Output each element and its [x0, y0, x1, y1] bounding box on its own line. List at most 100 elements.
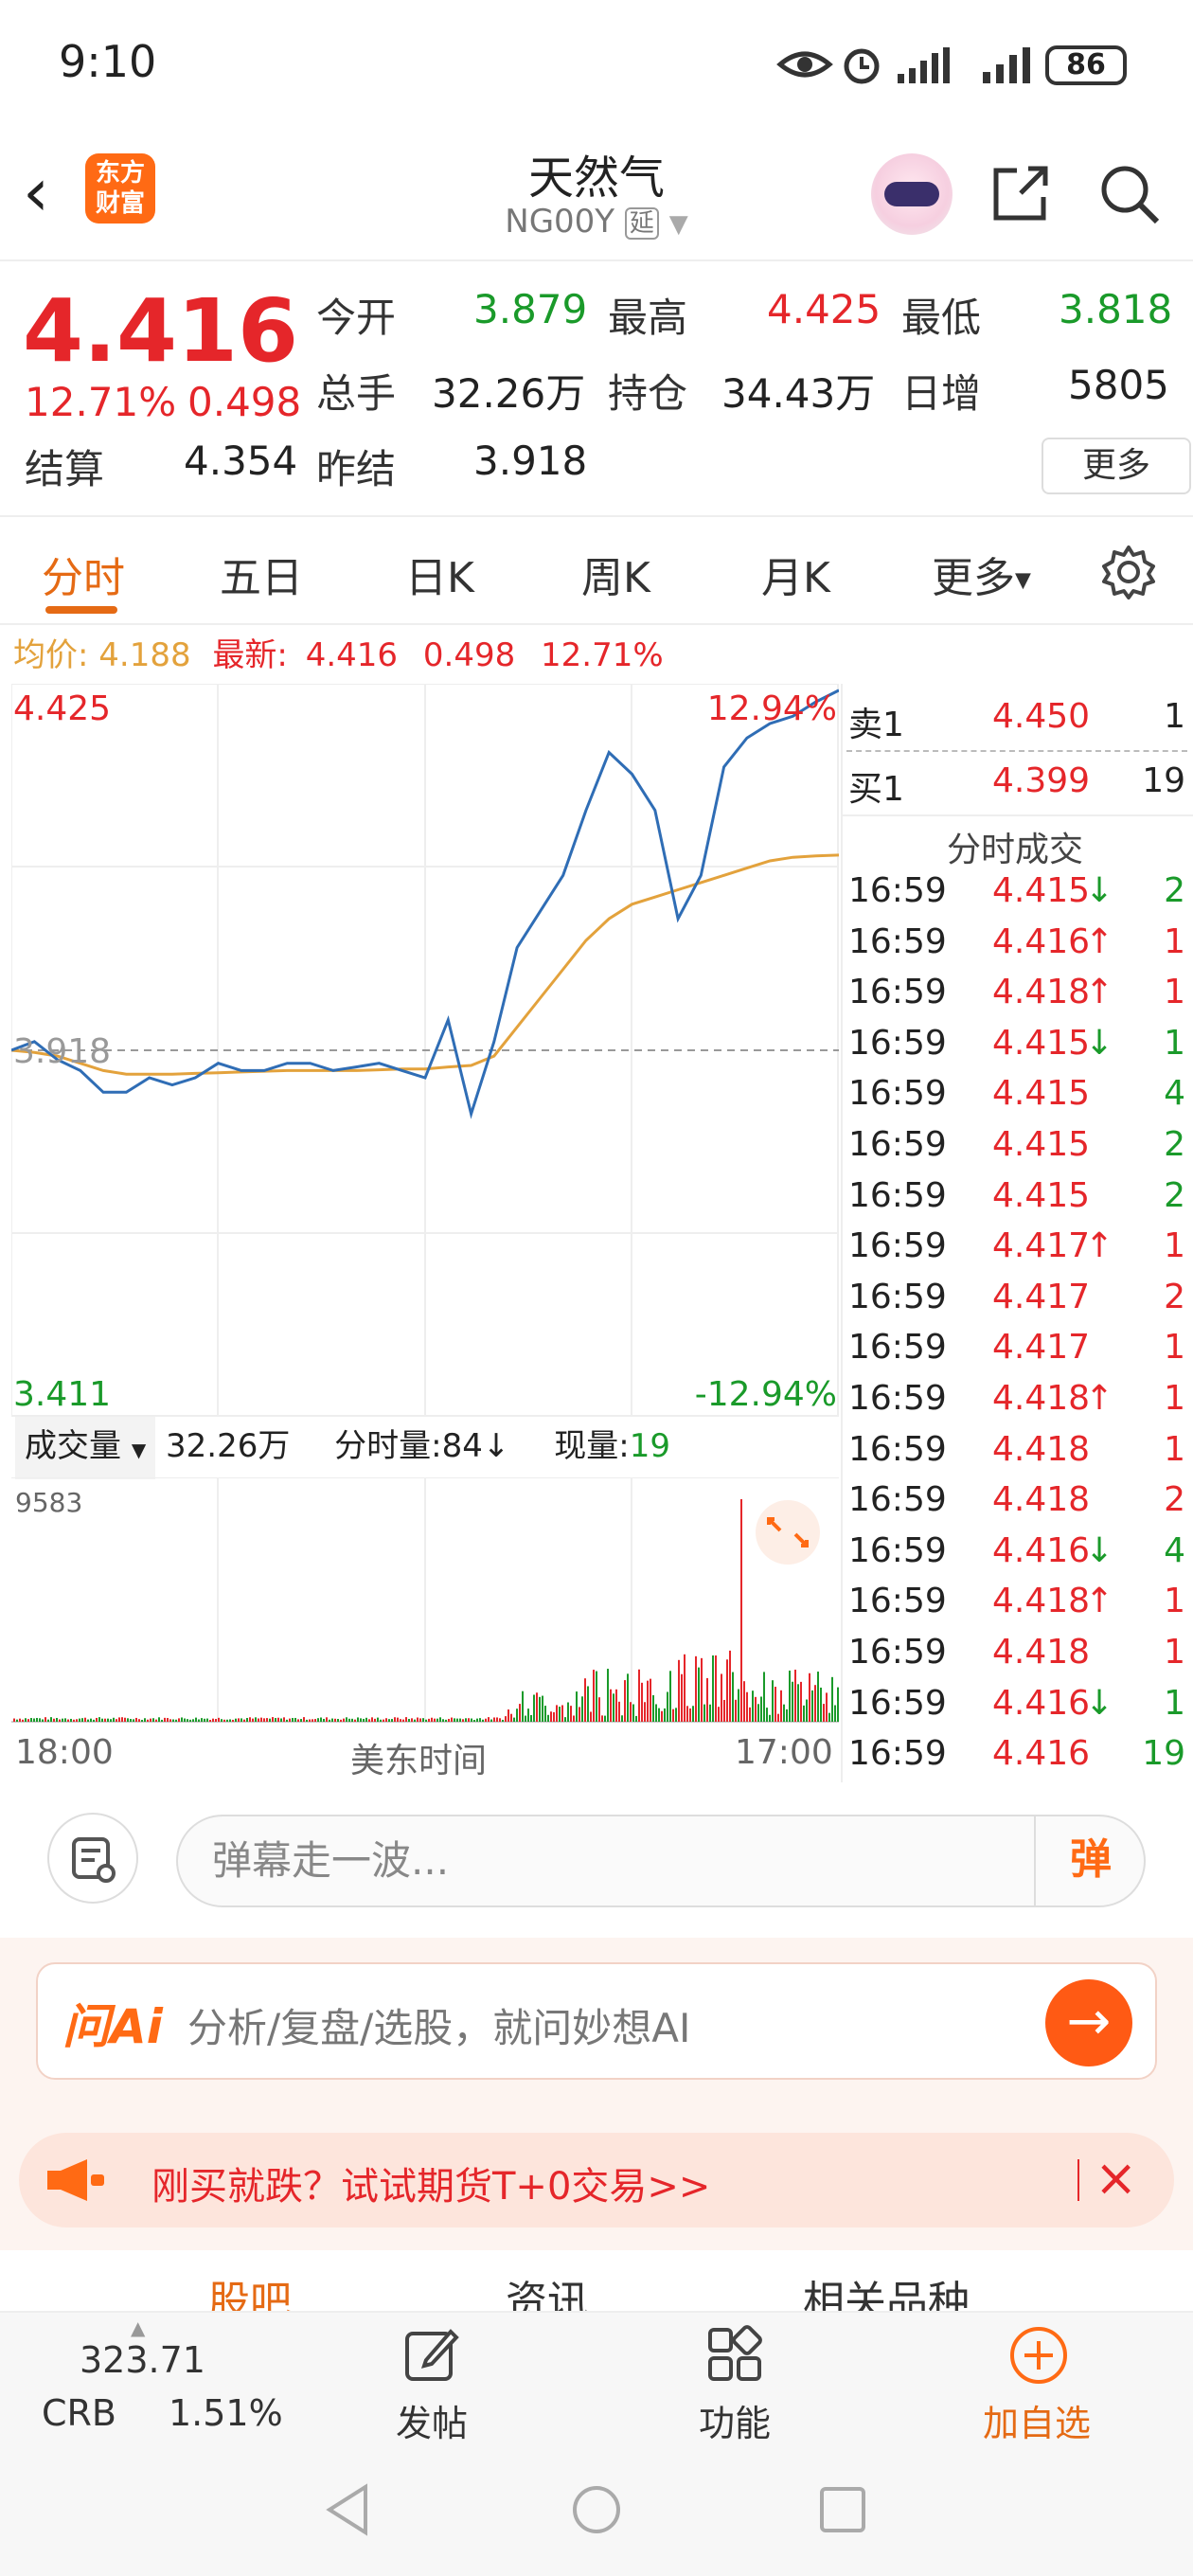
y-axis-top-label: 4.425: [13, 689, 111, 728]
volume-bar: [365, 1717, 367, 1722]
volume-bar: [312, 1719, 313, 1722]
volume-bar: [766, 1708, 768, 1722]
tab-daily-k[interactable]: 日K: [405, 544, 474, 604]
tab-intraday[interactable]: 分时: [42, 544, 125, 604]
expand-button[interactable]: [756, 1500, 820, 1565]
volume-bar: [397, 1717, 399, 1722]
danmaku-settings-icon[interactable]: [47, 1813, 138, 1904]
more-button[interactable]: 更多: [1042, 438, 1191, 494]
tab-five-day[interactable]: 五日: [220, 544, 303, 604]
danmaku-send-button[interactable]: 弹: [1034, 1815, 1146, 1907]
change-value: 0.498: [187, 379, 302, 425]
volume-bar: [462, 1719, 464, 1722]
volume-bar: [579, 1707, 580, 1722]
volume-bar: [715, 1655, 717, 1722]
back-arrow-icon[interactable]: ‹: [23, 159, 49, 225]
edit-icon[interactable]: [401, 2324, 462, 2385]
volume-bar: [348, 1718, 350, 1722]
add-circle-icon[interactable]: [1007, 2324, 1070, 2387]
volume-bar: [16, 1719, 18, 1722]
tick-qty: 19: [1142, 1734, 1185, 1774]
oi-label: 持仓: [608, 370, 688, 417]
ai-input-box[interactable]: 问Ai 分析/复盘/选股，就问妙想AI →: [36, 1962, 1157, 2080]
index-value[interactable]: 323.71: [80, 2339, 205, 2381]
share-icon[interactable]: [988, 161, 1053, 225]
volume-bar: [641, 1682, 643, 1722]
intraday-chart[interactable]: 4.425 3.918 3.411 12.94% -12.94%: [10, 683, 840, 1417]
volume-bar: [593, 1670, 595, 1722]
volume-bar: [635, 1715, 637, 1722]
func-label[interactable]: 功能: [699, 2394, 771, 2446]
system-nav-bar: [0, 2453, 1193, 2576]
ask-qty: 1: [1164, 697, 1185, 736]
settings-gear-icon[interactable]: [1100, 544, 1157, 600]
logo-line1: 东方: [95, 159, 145, 188]
volume-bar: [749, 1707, 751, 1722]
volume-bar: [297, 1719, 299, 1722]
tick-row: 16:59 4.416 ↓ 4: [843, 1531, 1193, 1583]
tick-price: 4.415: [992, 1074, 1091, 1114]
open-label: 今开: [316, 295, 397, 341]
grid-apps-icon[interactable]: [704, 2324, 765, 2385]
tick-price: 4.416: [992, 921, 1091, 961]
delay-badge: 延: [624, 206, 659, 240]
nav-recent-icon[interactable]: [816, 2483, 869, 2536]
tick-row: 16:59 4.416 19: [843, 1734, 1193, 1785]
arrow-right-icon[interactable]: →: [1045, 1979, 1132, 2066]
promo-banner[interactable]: 刚买就跌？试试期货T+0交易>> ×: [19, 2133, 1174, 2227]
tick-row: 16:59 4.418 2: [843, 1480, 1193, 1531]
tab-more[interactable]: 更多▼: [932, 544, 1031, 604]
danmaku-input[interactable]: 弹幕走一波...: [176, 1815, 1146, 1907]
volume-bar: [269, 1718, 271, 1722]
ask-label: 卖1: [848, 706, 904, 744]
volume-bar: [468, 1718, 470, 1722]
settle-value: 4.354: [184, 438, 298, 484]
tab-weekly-k[interactable]: 周K: [581, 544, 650, 604]
tick-time: 16:59: [848, 1683, 947, 1723]
nav-back-icon[interactable]: [322, 2481, 375, 2538]
volume-chart: 9583: [11, 1476, 839, 1724]
volume-bar: [229, 1719, 231, 1722]
volume-bar: [456, 1718, 458, 1722]
volume-bar: [757, 1704, 759, 1722]
volume-bar: [482, 1719, 484, 1722]
volume-bar: [380, 1719, 382, 1722]
volume-bar: [428, 1718, 430, 1722]
volume-bar: [655, 1704, 657, 1722]
tick-row: 16:59 4.418 1: [843, 1430, 1193, 1481]
volume-bar: [567, 1702, 569, 1722]
volume-bar: [587, 1686, 589, 1722]
post-label[interactable]: 发帖: [396, 2394, 468, 2446]
volume-bar: [215, 1718, 217, 1722]
volume-bar: [701, 1657, 703, 1722]
volume-bar: [388, 1719, 390, 1722]
volume-bar: [686, 1706, 688, 1722]
volume-bar: [289, 1718, 291, 1722]
volume-bar: [383, 1719, 384, 1722]
add-watchlist-label[interactable]: 加自选: [983, 2394, 1091, 2446]
volume-bar: [98, 1717, 100, 1722]
nav-home-icon[interactable]: [568, 2481, 625, 2538]
tab-monthly-k[interactable]: 月K: [761, 544, 830, 604]
volume-bar: [783, 1704, 785, 1722]
close-icon[interactable]: ×: [1095, 2148, 1137, 2208]
tick-qty: 1: [1164, 1429, 1185, 1469]
robot-assistant-icon[interactable]: [871, 153, 953, 235]
volume-bar: [505, 1716, 507, 1722]
chevron-down-icon: ▼: [668, 210, 688, 239]
tick-row: 16:59 4.418 1: [843, 1633, 1193, 1684]
time-zone: 美东时间: [350, 1742, 488, 1780]
volume-bar: [669, 1671, 671, 1722]
volume-selector[interactable]: 成交量 ▼: [15, 1417, 156, 1479]
tick-row: 16:59 4.415 ↓ 1: [843, 1024, 1193, 1075]
volume-bar: [303, 1717, 305, 1722]
volume-bar: [135, 1717, 137, 1722]
volume-bar: [576, 1691, 578, 1722]
tick-qty: 1: [1164, 1633, 1185, 1672]
volume-bar: [187, 1719, 188, 1722]
search-icon[interactable]: [1096, 161, 1163, 227]
tick-price: 4.415: [992, 871, 1091, 910]
volume-bar: [837, 1687, 839, 1722]
volume-bar: [357, 1717, 359, 1722]
contract-code[interactable]: NG00Y 延 ▼: [407, 203, 786, 241]
